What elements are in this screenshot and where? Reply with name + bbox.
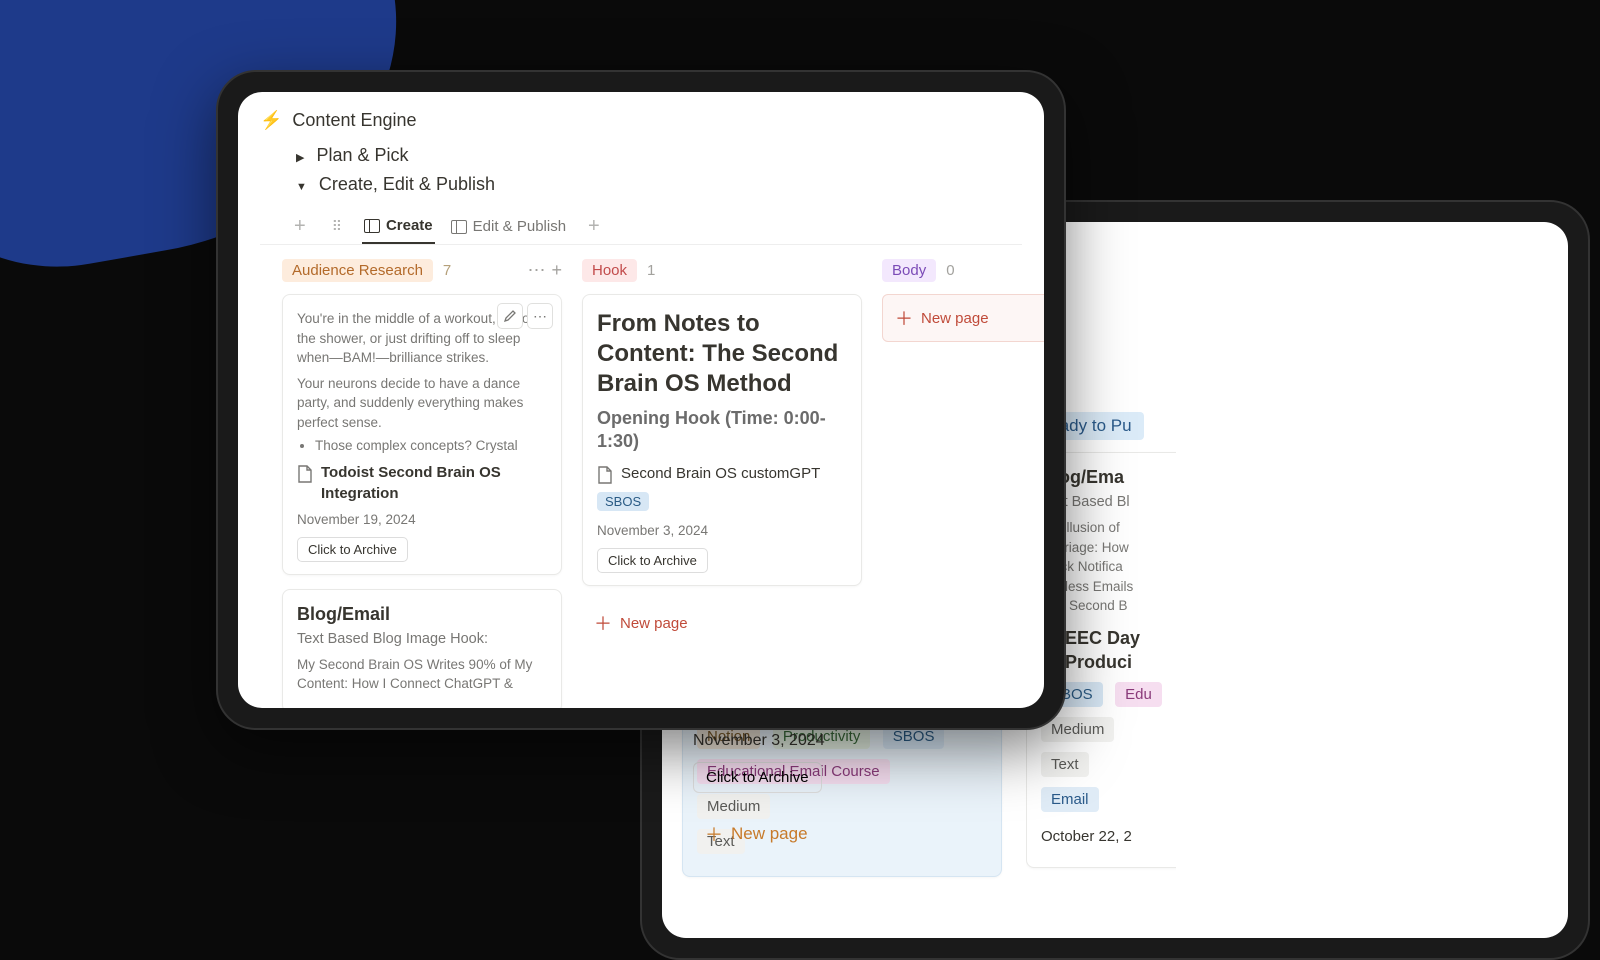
column-count: 1 [647,262,655,279]
page-link[interactable]: Todoist Second Brain OS Integration [297,463,547,504]
new-page-button[interactable]: ＋ New page [582,600,862,646]
card-date: October 22, 2 [1041,828,1176,845]
outline-label: Create, Edit & Publish [319,174,495,195]
column-audience-research: Audience Research 7 ⋯ + ⋯ You're in the [282,259,562,708]
date: November 3, 2024 [693,732,1013,750]
tab-create[interactable]: Create [362,209,435,244]
page-icon [297,465,313,483]
kanban-board: Audience Research 7 ⋯ + ⋯ You're in the [260,259,1022,708]
plus-icon: ＋ [895,305,913,331]
add-block-button[interactable]: + [288,215,312,238]
new-page-label: New page [731,824,808,844]
tag[interactable]: Text [1041,752,1089,777]
card-heading: Blog/Email [297,604,547,625]
lightning-icon: ⚡ [260,110,282,131]
column-pill[interactable]: Body [882,259,936,282]
tab-label: Create [386,217,433,234]
page-title: Todoist Second Brain OS Integration [321,463,547,504]
column-hook: Hook 1 From Notes to Content: The Second… [582,259,862,708]
card-sub: Text Based Blog Image Hook: [297,631,547,647]
doc-title-text: Content Engine [292,110,416,131]
page-title: ⚡ Content Engine [260,110,1022,131]
new-page-label: New page [921,310,989,327]
archive-button[interactable]: Click to Archive [693,762,822,793]
tab-edit-publish[interactable]: Edit & Publish [449,210,568,243]
archive-button[interactable]: Click to Archive [297,537,408,562]
more-icon[interactable]: ⋯ [527,303,553,329]
new-page-button[interactable]: ＋ New page [882,294,1044,342]
card-subtitle: Opening Hook (Time: 0:00-1:30) [597,407,847,454]
board-icon [364,219,380,233]
card-audience-2[interactable]: Blog/Email Text Based Blog Image Hook: M… [282,589,562,708]
edit-icon[interactable] [497,303,523,329]
add-view-button[interactable]: + [582,215,606,238]
card-audience-1[interactable]: ⋯ You're in the middle of a workout, out… [282,294,562,575]
card-para: Your neurons decide to have a dance part… [297,374,547,433]
tag[interactable]: Email [1041,787,1099,812]
add-card-button[interactable]: + [551,260,562,281]
card-title: From Notes to Content: The Second Brain … [597,309,847,399]
chevron-right-icon[interactable] [296,145,306,166]
column-body: Body 0 ＋ New page [882,259,1044,708]
device-front: ⚡ Content Engine Plan & Pick Create, Edi… [216,70,1066,730]
tag[interactable]: SBOS [597,492,649,511]
card-bullet: Those complex concepts? Crystal [315,438,547,453]
page-icon [597,466,613,484]
page-title: EEC Day Produci [1065,626,1140,675]
plus-icon: ＋ [594,610,612,636]
column-pill[interactable]: Audience Research [282,259,433,282]
new-page-label: New page [620,615,688,632]
card-body: My Second Brain OS Writes 90% of My Cont… [297,655,547,694]
card-hook-1[interactable]: From Notes to Content: The Second Brain … [582,294,862,586]
outline-label: Plan & Pick [316,145,408,166]
tab-label: Edit & Publish [473,218,566,235]
outline-item-plan[interactable]: Plan & Pick [260,141,1022,170]
card-date: November 3, 2024 [597,523,847,538]
column-count: 7 [443,262,451,279]
column-pill[interactable]: Hook [582,259,637,282]
tag[interactable]: Medium [1041,717,1114,742]
column-menu-button[interactable]: ⋯ [527,260,545,281]
column-count: 0 [946,262,954,279]
card-date: November 19, 2024 [297,512,547,527]
board-icon [451,220,467,234]
new-page-button[interactable]: ＋ New page [693,811,1013,857]
tag[interactable]: Edu [1115,682,1162,707]
screen-front: ⚡ Content Engine Plan & Pick Create, Edi… [238,92,1044,708]
page-link[interactable]: Second Brain OS customGPT [597,464,847,484]
chevron-down-icon[interactable] [296,174,309,195]
page-title: Second Brain OS customGPT [621,464,820,484]
archive-button[interactable]: Click to Archive [597,548,708,573]
outline-item-create[interactable]: Create, Edit & Publish [260,170,1022,199]
plus-icon: ＋ [705,821,723,847]
peek-hook-detail: November 3, 2024 Click to Archive ＋ New … [693,720,1013,857]
drag-handle-icon[interactable]: ⠿ [326,218,348,235]
view-tabs: + ⠿ Create Edit & Publish + [260,209,1022,245]
